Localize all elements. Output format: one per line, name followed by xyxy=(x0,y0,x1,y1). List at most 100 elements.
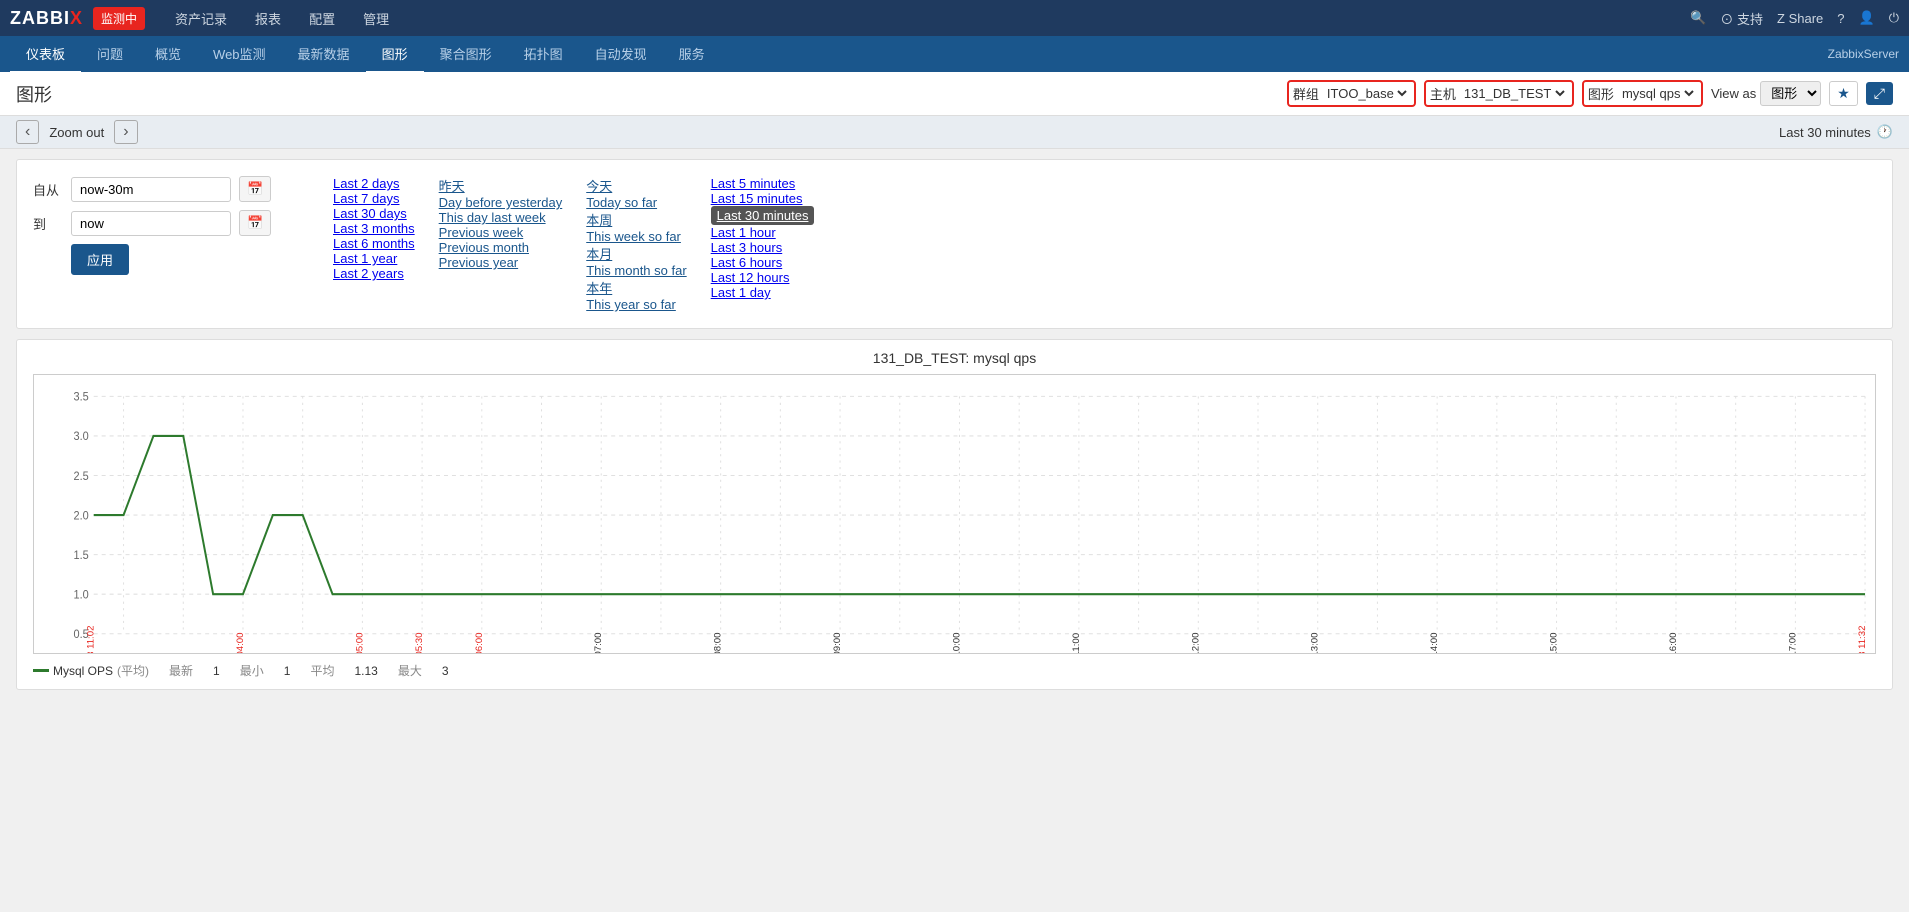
nav-overview[interactable]: 概览 xyxy=(139,36,197,71)
view-as-group: View as 图形 文本 xyxy=(1711,81,1821,106)
power-icon[interactable]: ⏻ xyxy=(1889,10,1899,26)
svg-text:11:04:00: 11:04:00 xyxy=(235,633,245,653)
legend-color-block: Mysql OPS (平均) xyxy=(33,662,149,679)
apply-button[interactable]: 应用 xyxy=(71,244,129,275)
svg-text:11:13:00: 11:13:00 xyxy=(1310,633,1320,653)
share-link[interactable]: Z Share xyxy=(1777,11,1823,26)
zoom-out-label[interactable]: Zoom out xyxy=(49,125,104,140)
quick-this-week-so-far[interactable]: This week so far xyxy=(586,229,681,244)
quick-last1day[interactable]: Last 1 day xyxy=(711,285,771,300)
quick-this-day-last-week[interactable]: This day last week xyxy=(439,210,546,225)
group-select[interactable]: ITOO_base xyxy=(1323,85,1410,102)
quick-last1hour[interactable]: Last 1 hour xyxy=(711,225,776,240)
next-button[interactable]: › xyxy=(114,120,137,144)
svg-text:01-03 11:02: 01-03 11:02 xyxy=(86,626,96,653)
graph-area: 3.5 3.0 2.5 2.0 1.5 1.0 0.5 xyxy=(33,374,1876,654)
quick-this-month-so-far[interactable]: This month so far xyxy=(586,263,686,278)
graph-svg: 3.5 3.0 2.5 2.0 1.5 1.0 0.5 xyxy=(34,375,1875,653)
quick-last7days[interactable]: Last 7 days xyxy=(333,191,400,206)
quick-last6hours[interactable]: Last 6 hours xyxy=(711,255,783,270)
host-selector-group: 主机 131_DB_TEST xyxy=(1424,80,1574,107)
user-icon[interactable]: 👤 xyxy=(1859,10,1875,26)
legend-avg-label: 平均 xyxy=(310,662,334,679)
nav-dashboard[interactable]: 仪表板 xyxy=(10,36,81,73)
quick-links-col2: 昨天 Day before yesterday This day last we… xyxy=(439,176,563,312)
page-header: 图形 群组 ITOO_base 主机 131_DB_TEST 图形 mysql … xyxy=(0,72,1909,116)
nav-topology[interactable]: 拓扑图 xyxy=(508,36,579,71)
quick-day-before-yesterday[interactable]: Day before yesterday xyxy=(439,195,563,210)
quick-previous-month[interactable]: Previous month xyxy=(439,240,529,255)
quick-this-year[interactable]: 本年 xyxy=(586,281,612,296)
quick-last15min[interactable]: Last 15 minutes xyxy=(711,191,803,206)
quick-last1year[interactable]: Last 1 year xyxy=(333,251,397,266)
quick-previous-week[interactable]: Previous week xyxy=(439,225,524,240)
quick-last3hours[interactable]: Last 3 hours xyxy=(711,240,783,255)
quick-last6months[interactable]: Last 6 months xyxy=(333,236,415,251)
nav-services[interactable]: 服务 xyxy=(663,36,721,71)
to-calendar-icon[interactable]: 📅 xyxy=(239,210,271,236)
nav-aggregate[interactable]: 聚合图形 xyxy=(424,36,508,71)
graph-title: 131_DB_TEST: mysql qps xyxy=(33,350,1876,366)
nav-config[interactable]: 配置 xyxy=(295,1,349,36)
help-icon[interactable]: ? xyxy=(1837,11,1844,26)
quick-last12hours[interactable]: Last 12 hours xyxy=(711,270,790,285)
nav-assets[interactable]: 资产记录 xyxy=(161,1,241,36)
quick-this-week[interactable]: 本周 xyxy=(586,213,612,228)
graph-selector-group: 图形 mysql qps xyxy=(1582,80,1703,107)
top-navbar: ZABBIX 监测中 资产记录 报表 配置 管理 🔍 ⊙ 支持 Z Share … xyxy=(0,0,1909,36)
svg-text:3.5: 3.5 xyxy=(74,391,89,403)
host-select[interactable]: 131_DB_TEST xyxy=(1460,85,1568,102)
to-input[interactable] xyxy=(71,211,231,236)
top-nav-right: 🔍 ⊙ 支持 Z Share ? 👤 ⏻ xyxy=(1690,9,1899,28)
quick-previous-year[interactable]: Previous year xyxy=(439,255,518,270)
nav-graphs[interactable]: 图形 xyxy=(366,36,424,73)
expand-button[interactable]: ⤢ xyxy=(1866,82,1893,105)
quick-yesterday[interactable]: 昨天 xyxy=(439,179,465,194)
svg-text:2.0: 2.0 xyxy=(74,510,89,522)
quick-this-year-so-far[interactable]: This year so far xyxy=(586,297,676,312)
time-inputs: 自从 📅 到 📅 xyxy=(33,176,293,236)
quick-links-col1: Last 2 days Last 7 days Last 30 days Las… xyxy=(333,176,415,312)
view-as-select[interactable]: 图形 文本 xyxy=(1760,81,1821,106)
nav-web[interactable]: Web监测 xyxy=(197,36,282,71)
search-icon[interactable]: 🔍 xyxy=(1690,10,1706,26)
nav-latest[interactable]: 最新数据 xyxy=(282,36,366,71)
svg-text:11:05:00: 11:05:00 xyxy=(355,633,365,653)
host-label: 主机 xyxy=(1430,84,1456,103)
quick-last2days[interactable]: Last 2 days xyxy=(333,176,400,191)
quick-last3months[interactable]: Last 3 months xyxy=(333,221,415,236)
quick-last2years[interactable]: Last 2 years xyxy=(333,266,404,281)
svg-text:11:08:00: 11:08:00 xyxy=(713,633,723,653)
svg-text:1.5: 1.5 xyxy=(74,550,89,562)
page-title: 图形 xyxy=(16,81,1287,107)
legend-series-name: Mysql OPS xyxy=(53,664,113,678)
from-input[interactable] xyxy=(71,177,231,202)
graph-container: 131_DB_TEST: mysql qps 3.5 3.0 2.5 2.0 1… xyxy=(16,339,1893,690)
prev-button[interactable]: ‹ xyxy=(16,120,39,144)
nav-reports[interactable]: 报表 xyxy=(241,1,295,36)
quick-this-month[interactable]: 本月 xyxy=(586,247,612,262)
nav-problems[interactable]: 问题 xyxy=(81,36,139,71)
nav-admin[interactable]: 管理 xyxy=(349,1,403,36)
svg-text:11:07:00: 11:07:00 xyxy=(594,633,604,653)
quick-today-so-far[interactable]: Today so far xyxy=(586,195,657,210)
zoom-label: Last 30 minutes 🕐 xyxy=(1779,124,1893,140)
svg-text:11:05:30: 11:05:30 xyxy=(414,633,424,653)
quick-links-col3: 今天 Today so far 本周 This week so far 本月 T… xyxy=(586,176,686,312)
nav-discovery[interactable]: 自动发现 xyxy=(579,36,663,71)
support-link[interactable]: ⊙ 支持 xyxy=(1720,9,1763,28)
header-controls: 群组 ITOO_base 主机 131_DB_TEST 图形 mysql qps… xyxy=(1287,80,1893,107)
quick-today[interactable]: 今天 xyxy=(586,179,612,194)
quick-last5min[interactable]: Last 5 minutes xyxy=(711,176,796,191)
favorite-button[interactable]: ★ xyxy=(1829,81,1858,106)
quick-last30days[interactable]: Last 30 days xyxy=(333,206,407,221)
svg-text:01-03 11:32: 01-03 11:32 xyxy=(1857,626,1867,653)
server-label: ZabbixServer xyxy=(1828,47,1899,61)
quick-last30min[interactable]: Last 30 minutes xyxy=(711,206,815,225)
legend-min-value: 1 xyxy=(284,664,291,678)
from-calendar-icon[interactable]: 📅 xyxy=(239,176,271,202)
svg-text:11:15:00: 11:15:00 xyxy=(1549,633,1559,653)
main-content: 自从 📅 到 📅 应用 Last 2 days Last 7 days Last… xyxy=(0,149,1909,700)
graph-select[interactable]: mysql qps xyxy=(1618,85,1697,102)
graph-label: 图形 xyxy=(1588,84,1614,103)
